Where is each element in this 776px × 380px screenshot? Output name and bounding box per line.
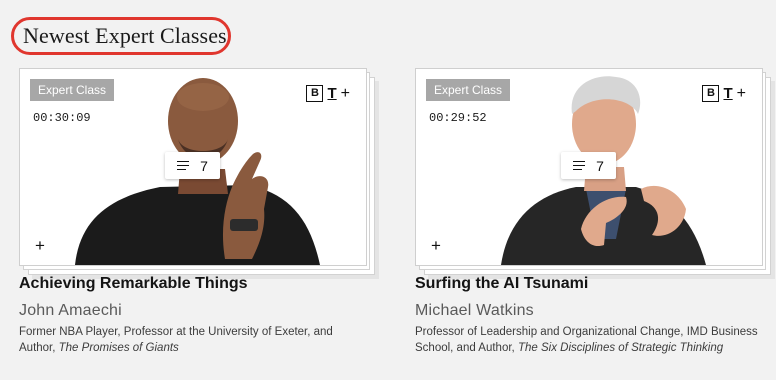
playlist-count: 7 (596, 157, 604, 174)
brand-letter: T (723, 85, 733, 102)
author-description: Former NBA Player, Professor at the Univ… (19, 324, 369, 356)
class-card[interactable]: Expert Class 00:29:52 B T + 7 + Surfing … (415, 68, 776, 378)
book-title: The Six Disciplines of Strategic Thinkin… (517, 342, 724, 354)
playlist-icon (177, 160, 191, 171)
brand-plus: + (736, 84, 746, 102)
expert-class-badge: Expert Class (30, 79, 115, 101)
playlist-icon (573, 160, 587, 171)
class-title[interactable]: Surfing the AI Tsunami (415, 275, 588, 293)
brand-box-letter: B (702, 85, 720, 102)
section-title-highlight: Newest Expert Classes (11, 17, 231, 55)
class-thumbnail[interactable]: Expert Class 00:29:52 B T + 7 + (415, 68, 763, 266)
class-author: John Amaechi (19, 302, 122, 319)
brand-plus: + (340, 84, 350, 102)
class-title[interactable]: Achieving Remarkable Things (19, 275, 248, 293)
section-title: Newest Expert Classes (23, 23, 227, 48)
video-duration: 00:30:09 (33, 111, 91, 125)
add-to-list-button[interactable]: + (427, 237, 445, 255)
brand-box-letter: B (306, 85, 324, 102)
class-author: Michael Watkins (415, 302, 534, 319)
brand-letter: T (327, 85, 337, 102)
class-thumbnail[interactable]: Expert Class 00:30:09 B T + 7 + (19, 68, 367, 266)
video-duration: 00:29:52 (429, 111, 487, 125)
class-card[interactable]: Expert Class 00:30:09 B T + 7 + Achievin… (19, 68, 391, 378)
brand-logo: B T + (702, 85, 746, 102)
expert-class-badge: Expert Class (426, 79, 511, 101)
playlist-count-chip[interactable]: 7 (561, 152, 616, 179)
playlist-count: 7 (200, 157, 208, 174)
author-description: Professor of Leadership and Organization… (415, 324, 765, 356)
book-title: The Promises of Giants (58, 342, 179, 354)
page: Newest Expert Classes Expert Class 00:30… (0, 0, 776, 380)
brand-logo: B T + (306, 85, 350, 102)
playlist-count-chip[interactable]: 7 (165, 152, 220, 179)
add-to-list-button[interactable]: + (31, 237, 49, 255)
